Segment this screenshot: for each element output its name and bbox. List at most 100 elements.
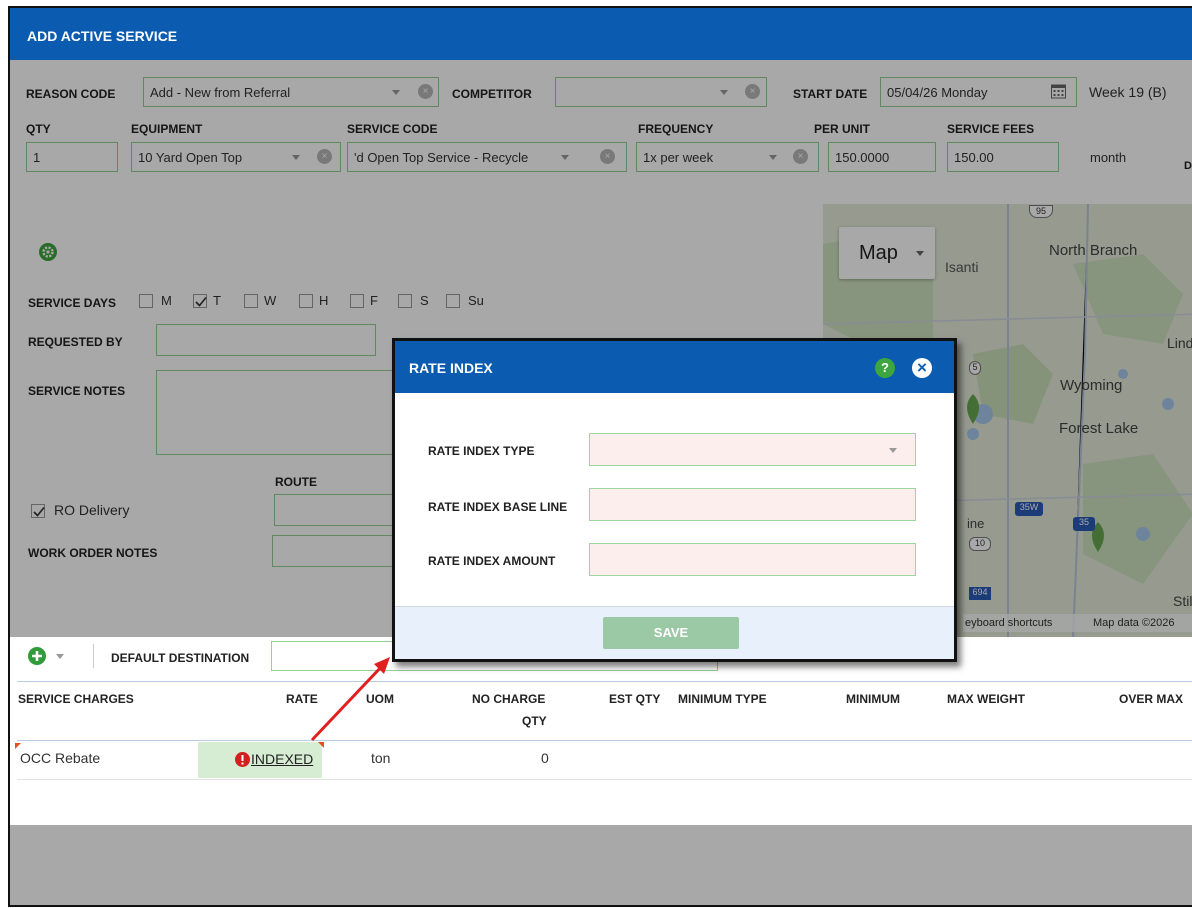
map-type-button[interactable]: Map bbox=[839, 227, 935, 279]
reason-code-select[interactable]: Add - New from Referral × bbox=[143, 77, 439, 107]
map-place-isanti: Isanti bbox=[945, 259, 979, 275]
route-label: ROUTE bbox=[275, 475, 317, 489]
service-code-label: SERVICE CODE bbox=[347, 122, 438, 136]
table-header-bottom-border bbox=[17, 740, 1192, 741]
default-destination-label: DEFAULT DESTINATION bbox=[111, 651, 250, 665]
day-checkbox-h[interactable] bbox=[299, 294, 313, 308]
work-order-notes-label: WORK ORDER NOTES bbox=[28, 546, 158, 560]
day-checkbox-m[interactable] bbox=[139, 294, 153, 308]
col-max-weight: MAX WEIGHT bbox=[947, 692, 1025, 706]
map-place-still: Still bbox=[1173, 593, 1192, 609]
equipment-value: 10 Yard Open Top bbox=[138, 150, 243, 165]
day-label-f: F bbox=[370, 293, 378, 308]
toolbar-divider bbox=[93, 644, 94, 668]
service-fees-value: 150.00 bbox=[954, 150, 994, 165]
cell-no-charge-qty: 0 bbox=[541, 750, 549, 766]
settings-gear-icon[interactable] bbox=[39, 243, 57, 261]
day-label-su: Su bbox=[468, 293, 484, 308]
frequency-value: 1x per week bbox=[643, 150, 714, 165]
map-place-north-branch: North Branch bbox=[1049, 242, 1138, 259]
error-icon bbox=[235, 752, 250, 767]
highway-shield-10: 10 bbox=[969, 537, 991, 551]
day-checkbox-f[interactable] bbox=[350, 294, 364, 308]
day-label-h: H bbox=[319, 293, 329, 308]
map-place-lindstrom: Lindstr bbox=[1167, 335, 1192, 351]
day-checkbox-w[interactable] bbox=[244, 294, 258, 308]
dialog-title: RATE INDEX bbox=[409, 360, 493, 376]
rate-index-type-select[interactable] bbox=[589, 433, 916, 466]
check-icon bbox=[195, 296, 207, 307]
clear-icon[interactable]: × bbox=[745, 84, 760, 99]
service-days-label: SERVICE DAYS bbox=[28, 296, 117, 310]
rate-index-amount-label: RATE INDEX AMOUNT bbox=[428, 554, 556, 568]
highway-shield-35: 35 bbox=[1073, 517, 1095, 531]
day-checkbox-t[interactable] bbox=[193, 294, 207, 308]
day-label-s: S bbox=[420, 293, 429, 308]
modal-backdrop-bottom bbox=[10, 825, 1192, 905]
rate-index-amount-input[interactable] bbox=[589, 543, 916, 576]
start-date-value: 05/04/26 Monday bbox=[887, 85, 988, 100]
close-icon[interactable]: × bbox=[912, 358, 932, 378]
indexed-rate-link[interactable]: INDEXED bbox=[251, 751, 313, 767]
service-code-value: 'd Open Top Service - Recycle bbox=[354, 150, 529, 165]
competitor-select[interactable]: × bbox=[555, 77, 767, 107]
qty-input[interactable]: 1 bbox=[26, 142, 118, 172]
reason-code-label: REASON CODE bbox=[26, 87, 116, 101]
chevron-down-icon[interactable] bbox=[56, 654, 64, 659]
window-title: ADD ACTIVE SERVICE bbox=[10, 8, 1192, 60]
day-checkbox-s[interactable] bbox=[398, 294, 412, 308]
ro-delivery-checkbox[interactable] bbox=[31, 504, 45, 518]
row-marker-icon bbox=[15, 743, 21, 749]
chevron-down-icon bbox=[889, 448, 897, 453]
day-checkbox-su[interactable] bbox=[446, 294, 460, 308]
work-order-notes-input[interactable] bbox=[272, 535, 412, 567]
cell-uom: ton bbox=[371, 750, 391, 766]
col-no-charge-qty: QTY bbox=[522, 714, 547, 728]
rate-index-titlebar: RATE INDEX bbox=[395, 341, 954, 393]
rate-index-base-line-label: RATE INDEX BASE LINE bbox=[428, 500, 568, 514]
table-header-top-border bbox=[17, 681, 1192, 682]
clear-icon[interactable]: × bbox=[793, 149, 808, 164]
qty-label: QTY bbox=[26, 122, 51, 136]
clear-icon[interactable]: × bbox=[600, 149, 615, 164]
service-code-select[interactable]: 'd Open Top Service - Recycle × bbox=[347, 142, 627, 172]
highway-shield-5: 5 bbox=[969, 361, 981, 375]
map-edge-label: D bbox=[1184, 160, 1192, 172]
check-icon bbox=[33, 506, 45, 517]
help-icon[interactable]: ? bbox=[875, 358, 895, 378]
map-footer: eyboard shortcuts Map data ©2026 bbox=[963, 614, 1192, 632]
day-label-m: M bbox=[161, 293, 172, 308]
service-notes-textarea[interactable] bbox=[156, 370, 416, 455]
row-divider bbox=[17, 779, 1192, 780]
day-label-w: W bbox=[264, 293, 277, 308]
cell-service-charge: OCC Rebate bbox=[20, 750, 101, 766]
calendar-icon[interactable] bbox=[1051, 84, 1066, 99]
map-type-label: Map bbox=[859, 242, 898, 264]
per-unit-input[interactable]: 150.0000 bbox=[828, 142, 936, 172]
week-indicator: Week 19 (B) bbox=[1089, 84, 1167, 100]
map-place-wyoming: Wyoming bbox=[1060, 377, 1123, 394]
requested-by-input[interactable] bbox=[156, 324, 376, 356]
save-button[interactable]: SAVE bbox=[603, 617, 739, 649]
map-data-attribution: Map data ©2026 bbox=[1093, 617, 1175, 629]
rate-index-base-line-input[interactable] bbox=[589, 488, 916, 521]
clear-icon[interactable]: × bbox=[418, 84, 433, 99]
map-place-forest-lake: Forest Lake bbox=[1059, 420, 1139, 437]
service-notes-label: SERVICE NOTES bbox=[28, 384, 126, 398]
equipment-select[interactable]: 10 Yard Open Top × bbox=[131, 142, 341, 172]
start-date-label: START DATE bbox=[793, 87, 868, 101]
reason-code-value: Add - New from Referral bbox=[150, 85, 291, 100]
competitor-label: COMPETITOR bbox=[452, 87, 532, 101]
start-date-field[interactable]: 05/04/26 Monday bbox=[880, 77, 1077, 107]
map-place-ine: ine bbox=[967, 516, 985, 531]
keyboard-shortcuts-link[interactable]: eyboard shortcuts bbox=[965, 617, 1052, 629]
chevron-down-icon bbox=[561, 155, 569, 160]
service-fees-input[interactable]: 150.00 bbox=[947, 142, 1059, 172]
col-minimum: MINIMUM bbox=[846, 692, 900, 706]
highway-shield-95: 95 bbox=[1029, 205, 1053, 218]
add-charge-icon[interactable] bbox=[28, 647, 46, 665]
chevron-down-icon bbox=[916, 251, 924, 256]
frequency-select[interactable]: 1x per week × bbox=[636, 142, 819, 172]
clear-icon[interactable]: × bbox=[317, 149, 332, 164]
frequency-label: FREQUENCY bbox=[638, 122, 714, 136]
